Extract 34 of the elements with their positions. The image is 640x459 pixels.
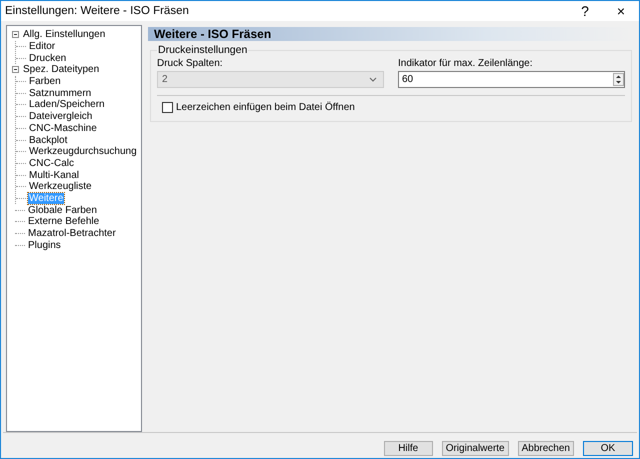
dialog-button[interactable]: OK (583, 441, 633, 456)
tree-item[interactable]: Laden/Speichern (28, 99, 106, 110)
tree-item[interactable]: Mazatrol-Betrachter (27, 228, 117, 240)
window-title: Einstellungen: Weitere - ISO Fräsen (5, 5, 190, 17)
group-title: Druckeinstellungen (157, 44, 248, 56)
dialog-button[interactable]: Abbrechen (518, 441, 574, 456)
spinner-icon (613, 73, 624, 86)
tree-item[interactable]: Werkzeugdurchsuchung (28, 146, 138, 158)
dialog-button[interactable]: Hilfe (384, 441, 433, 456)
tree-item[interactable]: Spez. Dateitypen (22, 64, 100, 76)
field-label: Indikator für max. Zeilenlänge: (398, 58, 534, 69)
tree-item[interactable]: Farben (28, 76, 62, 88)
tree-item[interactable]: Werkzeugliste (28, 181, 93, 192)
checkbox[interactable] (162, 102, 173, 113)
tree-item[interactable]: CNC-Maschine (28, 122, 98, 134)
tree-item[interactable]: Editor (28, 41, 56, 52)
tree-item[interactable]: Drucken (28, 52, 68, 64)
close-button[interactable]: × (603, 3, 639, 19)
number-field[interactable]: 60 (398, 71, 625, 88)
field-label: Druck Spalten: (157, 58, 224, 69)
tree-item[interactable]: CNC-Calc (28, 158, 75, 169)
tree-item[interactable]: Allg. Einstellungen (22, 29, 106, 40)
checkbox-label: Leerzeichen einfügen beim Datei Öffnen (176, 102, 355, 113)
help-button[interactable]: ? (567, 3, 603, 19)
tree-item[interactable]: Externe Befehle (27, 216, 100, 228)
dialog-button[interactable]: Originalwerte (442, 441, 509, 456)
tree-item[interactable]: Globale Farben (27, 204, 98, 216)
tree-item[interactable]: Dateivergleich (28, 111, 94, 122)
tree-item[interactable]: Backplot (28, 134, 68, 146)
collapse-icon[interactable] (12, 66, 19, 74)
tree-item[interactable]: Multi-Kanal (28, 170, 80, 181)
tree-item[interactable]: Satznummern (28, 88, 92, 99)
tree-item[interactable]: Plugins (27, 240, 62, 251)
collapse-icon[interactable] (12, 31, 19, 38)
